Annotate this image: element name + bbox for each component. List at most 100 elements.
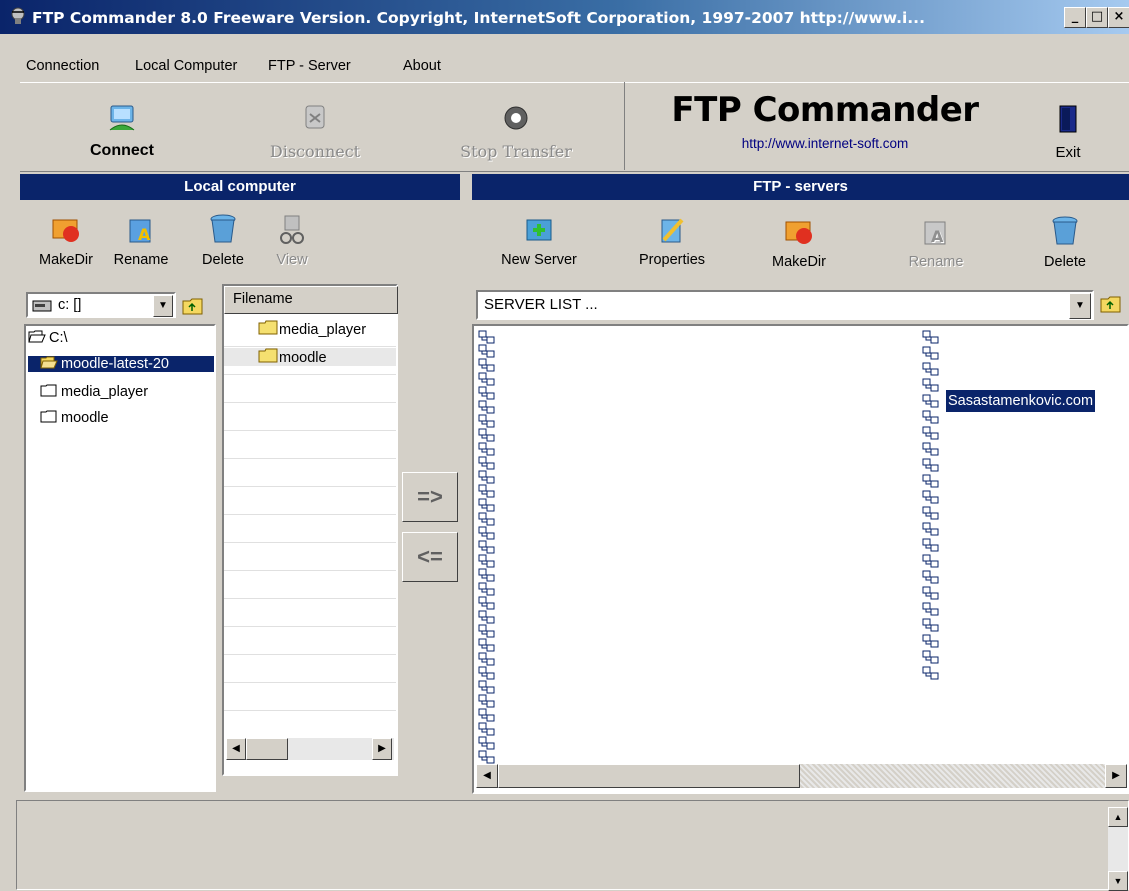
scroll-right-icon[interactable]: ▶ — [1105, 764, 1127, 788]
server-icon[interactable] — [922, 330, 940, 345]
server-icon[interactable] — [922, 378, 940, 393]
server-icon[interactable] — [922, 474, 940, 489]
server-icon[interactable] — [922, 522, 940, 537]
menu-connection[interactable]: Connection — [26, 58, 99, 74]
server-icon[interactable] — [478, 624, 496, 639]
server-icon[interactable] — [922, 410, 940, 425]
server-icon[interactable] — [478, 554, 496, 569]
scroll-down-icon[interactable]: ▼ — [1108, 871, 1128, 891]
server-icon[interactable] — [922, 618, 940, 633]
local-view-button[interactable]: View — [268, 212, 316, 268]
server-icon[interactable] — [478, 750, 496, 765]
server-icon[interactable] — [478, 372, 496, 387]
title-bar[interactable]: FTP Commander 8.0 Freeware Version. Copy… — [0, 0, 1129, 34]
server-icon[interactable] — [478, 526, 496, 541]
local-delete-button[interactable]: Delete — [192, 212, 254, 268]
server-icon[interactable] — [478, 708, 496, 723]
selected-server-item[interactable]: Sasastamenkovic.com — [946, 390, 1096, 412]
download-button[interactable]: <= — [402, 532, 458, 582]
ftp-delete-button[interactable]: Delete — [1030, 214, 1100, 270]
ftp-makedir-button[interactable]: MakeDir — [756, 214, 842, 270]
server-icon[interactable] — [478, 386, 496, 401]
server-icon[interactable] — [478, 652, 496, 667]
minimize-button[interactable]: _ — [1064, 7, 1086, 28]
stop-transfer-button[interactable]: Stop Transfer — [446, 104, 586, 161]
server-list-dropdown-icon[interactable]: ▼ — [1069, 293, 1091, 319]
ftp-rename-button[interactable]: A Rename — [896, 214, 976, 270]
scroll-left-icon[interactable]: ◀ — [226, 738, 246, 760]
server-icon[interactable] — [922, 650, 940, 665]
server-icon[interactable] — [478, 582, 496, 597]
server-icon[interactable] — [922, 362, 940, 377]
server-icon[interactable] — [478, 456, 496, 471]
server-icon[interactable] — [922, 458, 940, 473]
server-list[interactable]: Sasastamenkovic.com ◀ ▶ — [472, 324, 1129, 794]
maximize-button[interactable]: □ — [1086, 7, 1108, 28]
server-icon[interactable] — [922, 602, 940, 617]
server-icon[interactable] — [922, 570, 940, 585]
server-icon[interactable] — [478, 428, 496, 443]
server-icon[interactable] — [922, 394, 940, 409]
brand-url[interactable]: http://www.internet-soft.com — [625, 136, 1025, 151]
new-server-button[interactable]: New Server — [484, 214, 594, 268]
tree-item-root[interactable]: C:\ — [28, 330, 68, 346]
tree-item-moodle-latest[interactable]: moodle-latest-20 — [28, 356, 214, 372]
log-panel[interactable]: ▲ ▼ — [16, 800, 1129, 891]
server-icon[interactable] — [478, 512, 496, 527]
local-file-list[interactable]: Filename media_player moodle ◀ ▶ — [222, 284, 398, 776]
scroll-left-icon[interactable]: ◀ — [476, 764, 498, 788]
server-icon[interactable] — [478, 568, 496, 583]
server-icon[interactable] — [922, 442, 940, 457]
connect-button[interactable]: Connect — [72, 104, 172, 160]
server-icon[interactable] — [478, 442, 496, 457]
server-icon[interactable] — [922, 490, 940, 505]
server-icon[interactable] — [478, 344, 496, 359]
server-icon[interactable] — [478, 414, 496, 429]
file-item-moodle[interactable]: moodle — [224, 348, 396, 366]
drive-select[interactable]: c: [] ▼ — [26, 292, 176, 318]
close-button[interactable]: × — [1108, 7, 1129, 28]
log-vscrollbar[interactable]: ▲ ▼ — [1108, 807, 1128, 891]
server-icon[interactable] — [478, 470, 496, 485]
server-icon[interactable] — [478, 330, 496, 345]
server-icon[interactable] — [922, 538, 940, 553]
server-list-hscrollbar[interactable]: ◀ ▶ — [476, 764, 1127, 788]
server-icon[interactable] — [922, 426, 940, 441]
server-icon[interactable] — [478, 400, 496, 415]
scroll-right-icon[interactable]: ▶ — [372, 738, 392, 760]
server-icon[interactable] — [478, 610, 496, 625]
server-icon[interactable] — [478, 680, 496, 695]
server-icon[interactable] — [478, 498, 496, 513]
server-icon[interactable] — [922, 634, 940, 649]
scroll-thumb[interactable] — [246, 738, 288, 760]
server-icon[interactable] — [478, 540, 496, 555]
local-folder-tree[interactable]: C:\ moodle-latest-20 media_player moodle — [24, 324, 216, 792]
server-icon[interactable] — [478, 596, 496, 611]
server-icon[interactable] — [922, 346, 940, 361]
file-item-media-player[interactable]: media_player — [258, 320, 366, 338]
filename-column-header[interactable]: Filename — [224, 286, 398, 314]
scroll-up-icon[interactable]: ▲ — [1108, 807, 1128, 827]
exit-button[interactable]: Exit — [1046, 104, 1090, 161]
server-icon[interactable] — [922, 554, 940, 569]
menu-about[interactable]: About — [403, 58, 441, 74]
tree-item-moodle[interactable]: moodle — [40, 410, 109, 426]
server-icon[interactable] — [478, 358, 496, 373]
server-icon[interactable] — [922, 586, 940, 601]
disconnect-button[interactable]: Disconnect — [255, 104, 375, 161]
server-icon[interactable] — [478, 722, 496, 737]
server-icon[interactable] — [478, 638, 496, 653]
local-makedir-button[interactable]: MakeDir — [28, 212, 104, 268]
properties-button[interactable]: Properties — [622, 214, 722, 268]
upload-button[interactable]: => — [402, 472, 458, 522]
server-icon[interactable] — [478, 666, 496, 681]
drive-dropdown-icon[interactable]: ▼ — [153, 295, 173, 317]
menu-local-computer[interactable]: Local Computer — [135, 58, 237, 74]
server-icon[interactable] — [478, 736, 496, 751]
file-list-hscrollbar[interactable]: ◀ ▶ — [226, 738, 394, 760]
local-rename-button[interactable]: A Rename — [106, 212, 176, 268]
scroll-thumb[interactable] — [498, 764, 800, 788]
folder-up-icon[interactable] — [182, 296, 204, 316]
menu-ftp-server[interactable]: FTP - Server — [268, 58, 351, 74]
folder-up-icon[interactable] — [1100, 294, 1122, 314]
